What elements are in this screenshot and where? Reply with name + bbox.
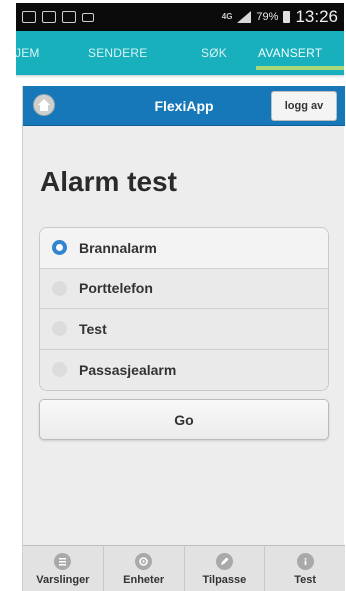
nav-label: Tilpasse [202, 574, 247, 586]
tab-avansert[interactable]: AVANSERT [258, 46, 322, 60]
notification-icon [62, 11, 76, 23]
radio-option-test[interactable]: Test [40, 309, 328, 350]
radio-label: Test [79, 320, 107, 337]
radio-label: Porttelefon [79, 280, 153, 297]
radio-option-passasjealarm[interactable]: Passasjealarm [40, 349, 328, 390]
radio-unselected-icon [52, 321, 67, 337]
radio-option-brannalarm[interactable]: Brannalarm [40, 228, 328, 269]
logout-button[interactable]: logg av [271, 91, 337, 121]
nav-item-varslinger[interactable]: Varslinger [23, 546, 104, 591]
phone-screen: 4G 79% 13:26 JEM SENDERE SØK AVANSERT Fl… [0, 0, 346, 591]
notification-icon [22, 11, 36, 23]
signal-icon [237, 11, 252, 23]
info-icon [296, 553, 314, 570]
radio-unselected-icon [52, 362, 67, 378]
pencil-icon [215, 553, 233, 570]
nav-item-enheter[interactable]: Enheter [104, 546, 185, 591]
bottom-nav: Varslinger Enheter Tilpasse Test [23, 545, 345, 591]
clock: 13:26 [295, 7, 338, 26]
radio-option-porttelefon[interactable]: Porttelefon [40, 268, 328, 309]
radio-selected-icon [52, 240, 67, 256]
list-icon [54, 553, 72, 570]
go-button[interactable]: Go [39, 399, 329, 440]
image-icon [42, 11, 56, 23]
battery-percent: 79% [256, 11, 279, 23]
network-type: 4G [221, 12, 233, 21]
app-content: FlexiApp logg av Alarm test Brannalarm P… [22, 86, 345, 591]
battery-icon [283, 11, 291, 23]
tab-hjem[interactable]: JEM [15, 46, 40, 60]
divider [16, 75, 344, 78]
notification-icons [22, 11, 94, 23]
status-bar: 4G 79% 13:26 [16, 3, 344, 31]
radio-unselected-icon [52, 280, 67, 296]
tab-sok[interactable]: SØK [201, 46, 227, 60]
radio-label: Brannalarm [79, 239, 157, 256]
nav-label: Enheter [123, 574, 165, 586]
nav-label: Test [294, 574, 317, 586]
radio-label: Passasjealarm [79, 361, 177, 378]
alarm-radio-group: Brannalarm Porttelefon Test Passasjealar… [39, 227, 329, 391]
nav-item-test[interactable]: Test [265, 546, 345, 591]
tab-sendere[interactable]: SENDERE [88, 46, 147, 60]
active-tab-indicator [256, 66, 344, 70]
page-title: Alarm test [40, 166, 177, 197]
cast-icon [82, 12, 94, 22]
nav-label: Varslinger [36, 574, 90, 586]
app-header: FlexiApp logg av [23, 86, 345, 126]
gear-icon [135, 553, 153, 570]
nav-item-tilpasse[interactable]: Tilpasse [185, 546, 266, 591]
